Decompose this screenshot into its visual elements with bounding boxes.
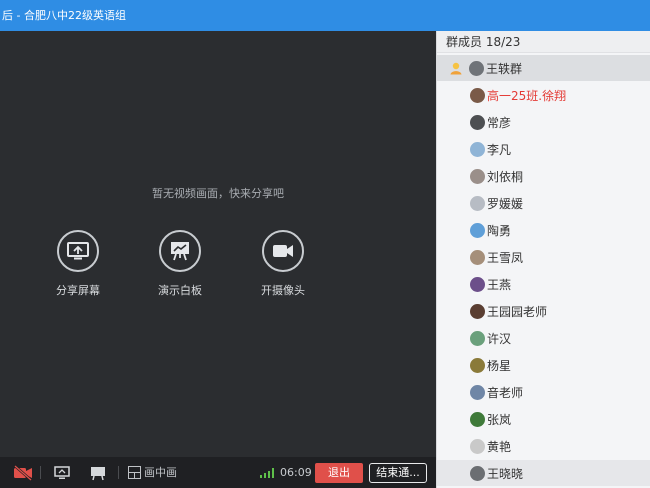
member-name: 王园园老师 — [487, 304, 548, 319]
whiteboard-icon — [159, 230, 201, 272]
member-row[interactable]: 常彦 — [437, 109, 650, 135]
empty-video-hint: 暂无视频画面，快来分享吧 — [152, 187, 284, 200]
video-stage: 暂无视频画面，快来分享吧 分享屏幕 演示白板 开摄像头 — [0, 31, 436, 457]
member-row[interactable]: 杨星 — [437, 352, 650, 378]
avatar — [470, 222, 485, 238]
member-row[interactable]: 高一25班.徐翔 — [437, 82, 650, 108]
member-row[interactable]: 音老师 — [437, 379, 650, 405]
camera-label: 开摄像头 — [261, 284, 305, 297]
window-title: 后 - 合肥八中22级英语组 — [2, 9, 126, 22]
avatar — [470, 438, 485, 454]
share-screen-icon[interactable] — [52, 464, 72, 482]
avatar — [470, 141, 485, 157]
member-name: 张岚 — [487, 412, 512, 427]
member-row[interactable]: 许汉 — [437, 325, 650, 351]
member-name: 音老师 — [487, 385, 524, 400]
member-name: 罗媛媛 — [487, 196, 524, 211]
member-row[interactable]: 黄艳 — [437, 433, 650, 459]
call-toolbar: 画中画 06:09 退出 结束通... — [0, 457, 436, 488]
avatar — [470, 411, 485, 427]
whiteboard-icon[interactable] — [88, 464, 108, 482]
member-row[interactable]: 王园园老师 — [437, 298, 650, 324]
avatar — [470, 114, 485, 130]
avatar — [470, 303, 485, 319]
signal-bars-icon — [259, 467, 277, 479]
member-name: 王雪凤 — [487, 250, 524, 265]
member-name: 许汉 — [487, 331, 512, 346]
camera-off-icon[interactable] — [12, 463, 34, 483]
layout-mode-label[interactable]: 画中画 — [144, 457, 177, 488]
member-name: 李凡 — [487, 142, 512, 157]
member-sidebar: 群成员 18/23 王轶群 高一25班.徐翔 常彦 李凡 刘依桐 罗媛媛 陶勇 … — [436, 31, 650, 488]
whiteboard-label: 演示白板 — [158, 284, 202, 297]
member-name: 杨星 — [487, 358, 512, 373]
member-row[interactable]: 王晓晓 — [437, 460, 650, 486]
member-row[interactable]: 王燕 — [437, 271, 650, 297]
end-call-button[interactable]: 结束通... — [369, 463, 427, 483]
member-name: 高一25班.徐翔 — [487, 88, 567, 103]
avatar — [470, 249, 485, 265]
member-name: 王轶群 — [486, 61, 523, 76]
camera-button[interactable]: 开摄像头 — [243, 230, 323, 298]
avatar — [469, 60, 484, 76]
avatar — [470, 195, 485, 211]
member-row[interactable]: 李凡 — [437, 136, 650, 162]
member-row[interactable]: 王轶群 — [437, 55, 650, 81]
share-screen-button[interactable]: 分享屏幕 — [38, 230, 118, 298]
member-count-header: 群成员 18/23 — [437, 31, 650, 53]
member-name: 常彦 — [487, 115, 512, 130]
member-name: 王晓晓 — [487, 466, 524, 481]
member-name: 黄艳 — [487, 439, 512, 454]
window-title-bar: 后 - 合肥八中22级英语组 — [0, 0, 650, 31]
member-row[interactable]: 刘依桐 — [437, 163, 650, 189]
camera-icon — [262, 230, 304, 272]
avatar — [470, 384, 485, 400]
member-name: 陶勇 — [487, 223, 512, 238]
member-name: 刘依桐 — [487, 169, 524, 184]
avatar — [470, 276, 485, 292]
member-row[interactable]: 陶勇 — [437, 217, 650, 243]
member-row[interactable]: 王雪凤 — [437, 244, 650, 270]
whiteboard-button[interactable]: 演示白板 — [140, 230, 220, 298]
share-screen-icon — [57, 230, 99, 272]
member-row[interactable]: 罗媛媛 — [437, 190, 650, 216]
exit-button[interactable]: 退出 — [315, 463, 363, 483]
call-timer: 06:09 — [280, 466, 312, 479]
avatar — [470, 357, 485, 373]
share-screen-label: 分享屏幕 — [56, 284, 100, 297]
avatar — [470, 87, 485, 103]
avatar — [470, 168, 485, 184]
layout-icon[interactable] — [126, 465, 142, 480]
toolbar-divider — [118, 466, 119, 479]
avatar — [470, 465, 485, 481]
member-name: 王燕 — [487, 277, 512, 292]
member-row[interactable]: 张岚 — [437, 406, 650, 432]
avatar — [470, 330, 485, 346]
toolbar-divider — [40, 466, 41, 479]
host-icon — [450, 62, 462, 75]
